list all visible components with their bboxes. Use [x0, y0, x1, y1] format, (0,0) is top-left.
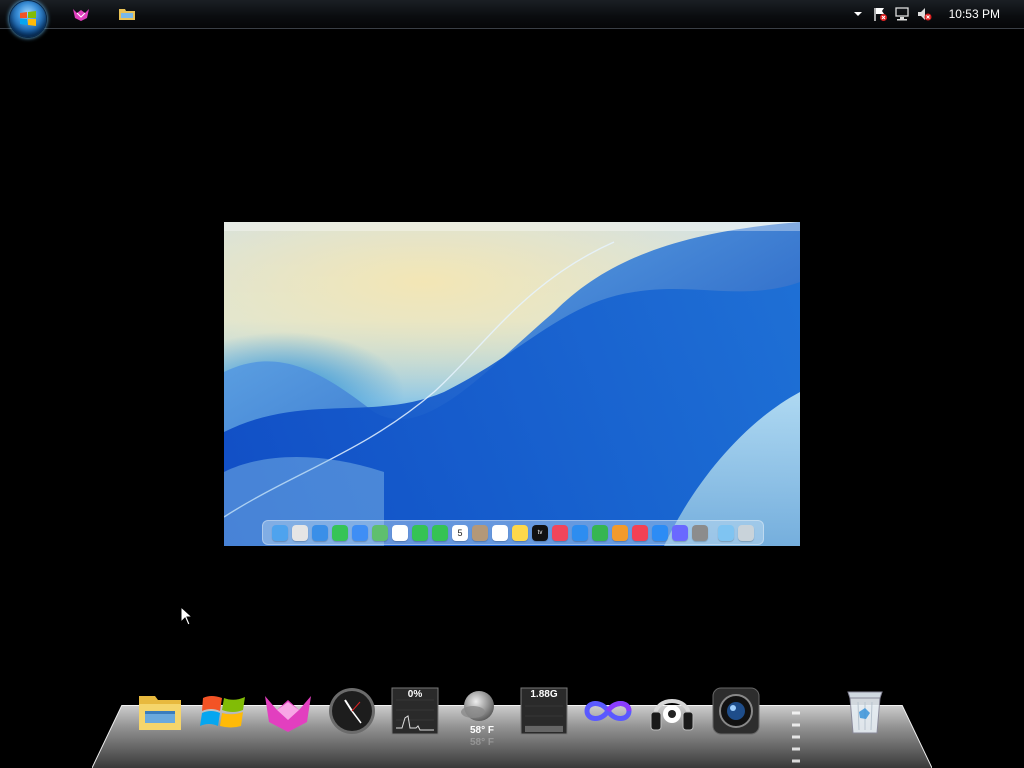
tray-action-center[interactable]: [872, 6, 888, 22]
folder-icon: [139, 696, 181, 730]
dock-item-memory-meter[interactable]: 1.88G: [519, 686, 569, 736]
mac-dock-mail-icon[interactable]: [352, 524, 368, 541]
tray-network[interactable]: [894, 6, 910, 22]
mac-dock-vision-icon[interactable]: [672, 524, 688, 541]
mac-dock-notes-icon[interactable]: [512, 524, 528, 541]
clock[interactable]: 10:53 PM: [949, 7, 1000, 21]
mac-dock-news-icon[interactable]: [632, 524, 648, 541]
start-button[interactable]: [9, 0, 47, 38]
mac-dock-numbers-icon[interactable]: [592, 524, 608, 541]
wave-wallpaper: [224, 222, 800, 546]
cpu-meter-label: 0%: [407, 689, 423, 700]
mac-dock-trash-icon[interactable]: [738, 524, 754, 541]
taskbar-pinned-lollipop[interactable]: [72, 5, 90, 23]
weather-temperature: 58° F: [469, 725, 494, 736]
dock-item-infinity[interactable]: [583, 686, 633, 736]
action-center-flag-icon: [874, 8, 887, 21]
headphones-icon: [650, 699, 694, 731]
dock-item-windows[interactable]: [199, 686, 249, 736]
taskbar-pinned-explorer[interactable]: [118, 5, 136, 23]
mac-dock-phone-icon[interactable]: [432, 524, 448, 541]
mac-dock-appstore-icon[interactable]: [652, 524, 668, 541]
lollipop-cat-icon: [265, 696, 311, 732]
dock-item-camera[interactable]: [711, 686, 761, 736]
folder-icon: [119, 9, 135, 20]
mac-dock-launchpad-icon[interactable]: [292, 524, 308, 541]
memory-meter-label: 1.88G: [530, 689, 558, 700]
dock-item-folder[interactable]: [135, 686, 185, 736]
network-icon: [895, 7, 909, 21]
infinity-icon: [584, 701, 632, 721]
mac-dock-safari-icon[interactable]: [312, 524, 328, 541]
mac-dock-messages-icon[interactable]: [332, 524, 348, 541]
mouse-cursor-icon: [180, 606, 194, 626]
mac-dock-downloads-icon[interactable]: [718, 524, 734, 541]
windows-logo-icon: [200, 696, 245, 728]
dock-item-cpu-meter[interactable]: 0%: [390, 686, 440, 736]
mac-dock-music-icon[interactable]: [552, 524, 568, 541]
dock-item-headphones[interactable]: [647, 686, 697, 736]
dock-item-lollipop[interactable]: [263, 686, 313, 736]
lollipop-cat-icon: [73, 9, 89, 21]
tray-volume[interactable]: [916, 6, 932, 22]
volume-muted-icon: [918, 8, 932, 21]
windows-orb-icon: [20, 11, 36, 26]
mac-dock: 5 tv: [262, 520, 764, 545]
mac-dock-keynote-icon[interactable]: [572, 524, 588, 541]
mac-dock-settings-icon[interactable]: [692, 524, 708, 541]
mac-dock-finder-icon[interactable]: [272, 524, 288, 541]
desktop-preview-image: 5 tv: [224, 222, 800, 546]
mac-menu-bar: [224, 222, 800, 231]
weather-temperature-reflection: 58° F: [469, 737, 494, 748]
mac-dock-contacts-icon[interactable]: [472, 524, 488, 541]
mac-dock-photos-icon[interactable]: [392, 524, 408, 541]
expand-arrow-icon: [854, 12, 862, 16]
mac-dock-calendar-icon[interactable]: 5: [452, 524, 468, 541]
mac-dock-appletv-icon[interactable]: tv: [532, 524, 548, 541]
recycle-bin-icon: [847, 691, 883, 734]
mac-dock-facetime-icon[interactable]: [412, 524, 428, 541]
camera-icon: [712, 687, 760, 735]
mac-dock-maps-icon[interactable]: [372, 524, 388, 541]
dock-item-clock[interactable]: [327, 686, 377, 736]
taskbar: 10:53 PM: [0, 0, 1024, 38]
dock-item-recycle-bin[interactable]: [840, 686, 890, 736]
system-tray: 10:53 PM: [824, 0, 1024, 28]
tray-expand[interactable]: [850, 6, 866, 22]
clock-icon: [329, 688, 375, 734]
mac-dock-pages-icon[interactable]: [612, 524, 628, 541]
mac-dock-reminders-icon[interactable]: [492, 524, 508, 541]
